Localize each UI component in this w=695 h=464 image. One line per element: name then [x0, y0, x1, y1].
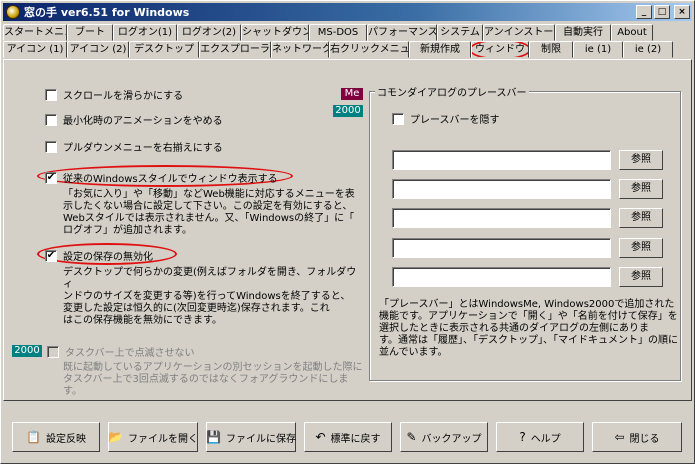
tab-logon-1[interactable]: ログオン(1) — [113, 24, 177, 41]
exit-icon: ⇦ — [614, 430, 625, 444]
browse-button-5[interactable]: 参照 — [619, 267, 663, 287]
places-path-field-2[interactable] — [392, 179, 611, 199]
classic-style-description: 「お気に入り」や「移動」などWeb機能に対応するメニューを表 示したくない場合に… — [63, 189, 355, 236]
tab-autorun[interactable]: 自動実行 — [555, 24, 611, 41]
help-button[interactable]: ? ヘルプ — [496, 422, 584, 452]
save-file-label: ファイルに保存 — [225, 433, 296, 445]
tab-new-file[interactable]: 新規作成 — [409, 41, 471, 58]
places-path-field-4[interactable] — [392, 238, 611, 258]
disable-save-description: デスクトップで何らかの変更(例えばフォルダを開き、フォルダウィ ンドウのサイズを… — [63, 267, 357, 326]
tab-icon-1[interactable]: アイコン (1) — [3, 41, 67, 58]
tab-row-1: スタートメニュー ブート ログオン(1) ログオン(2) シャットダウン MS-… — [3, 24, 653, 41]
places-bar-group-title: コモンダイアログのプレースバー — [375, 84, 529, 99]
tab-context-menu[interactable]: 右クリックメニュー — [329, 41, 409, 58]
floppy-disk-icon: 💾 — [206, 430, 221, 444]
tab-logon-2[interactable]: ログオン(2) — [177, 24, 241, 41]
classic-style-label: 従来のWindowsスタイルでウィンドウ表示する — [63, 174, 278, 185]
taskbar-flash-checkbox[interactable]: タスクバー上で点滅させない — [47, 344, 195, 359]
hide-places-bar-checkbox[interactable]: プレースバーを隠す — [392, 111, 500, 126]
tab-start-menu[interactable]: スタートメニュー — [3, 24, 67, 41]
windows-me-badge: Me — [341, 88, 363, 100]
places-path-field-3[interactable] — [392, 208, 611, 228]
backup-button[interactable]: ✎ バックアップ — [400, 422, 488, 452]
tab-ie-2[interactable]: ie (2) — [623, 41, 673, 58]
main-window: 窓の手 ver6.51 for Windows _ □ × スタートメニュー ブ… — [0, 0, 695, 464]
undo-icon: ↶ — [315, 430, 326, 444]
apply-settings-button[interactable]: 📋 設定反映 — [12, 422, 100, 452]
places-path-field-5[interactable] — [392, 267, 611, 287]
close-window-button[interactable]: × — [674, 5, 690, 19]
tab-ms-dos[interactable]: MS-DOS — [309, 24, 367, 41]
title-bar[interactable]: 窓の手 ver6.51 for Windows _ □ × — [3, 3, 692, 21]
places-bar-description: 「プレースバー」とはWindowsMe, Windows2000で追加された 機… — [379, 299, 678, 358]
checkbox-box: ✔ — [45, 249, 57, 262]
disable-save-checkbox[interactable]: ✔ 設定の保存の無効化 — [45, 248, 153, 263]
help-label: ヘルプ — [530, 433, 561, 445]
close-label: 閉じる — [629, 433, 660, 445]
app-icon — [6, 5, 20, 19]
checkbox-box: ✔ — [45, 171, 57, 184]
checkbox-box — [45, 140, 57, 153]
checkbox-box — [45, 88, 57, 101]
classic-style-checkbox[interactable]: ✔ 従来のWindowsスタイルでウィンドウ表示する — [45, 170, 278, 185]
help-icon: ? — [519, 430, 526, 444]
minimize-anim-checkbox[interactable]: 最小化時のアニメーションをやめる — [45, 112, 223, 127]
restore-default-label: 標準に戻す — [330, 433, 381, 445]
tab-system[interactable]: システム — [437, 24, 483, 41]
close-button[interactable]: ⇦ 閉じる — [592, 422, 682, 452]
windows2000-badge: 2000 — [333, 105, 363, 117]
checkbox-box — [47, 345, 59, 358]
hide-places-bar-label: プレースバーを隠す — [410, 115, 500, 126]
taskbar-flash-description: 既に起動しているアプリケーションの別セッションを起動した際に タスクバー上で3回… — [63, 362, 363, 397]
browse-button-1[interactable]: 参照 — [619, 150, 663, 170]
windows2000-badge: 2000 — [12, 345, 42, 357]
save-file-button[interactable]: 💾 ファイルに保存 — [206, 422, 296, 452]
checkbox-box — [45, 113, 57, 126]
tab-explorer[interactable]: エクスプローラ — [199, 41, 271, 58]
disable-save-label: 設定の保存の無効化 — [63, 252, 153, 263]
backup-label: バックアップ — [421, 433, 482, 445]
maximize-button[interactable]: □ — [654, 5, 670, 19]
folder-open-icon: 📂 — [108, 430, 123, 444]
tab-desktop[interactable]: デスクトップ — [129, 41, 199, 58]
tab-network[interactable]: ネットワーク — [271, 41, 329, 58]
right-align-menu-checkbox[interactable]: プルダウンメニューを右揃えにする — [45, 139, 223, 154]
tab-icon-2[interactable]: アイコン (2) — [67, 41, 129, 58]
right-align-menu-label: プルダウンメニューを右揃えにする — [63, 143, 223, 154]
tab-restrictions[interactable]: 制限 — [529, 41, 573, 58]
apply-icon: 📋 — [26, 430, 41, 444]
backup-icon: ✎ — [406, 430, 417, 444]
minimize-button[interactable]: _ — [636, 5, 652, 19]
minimize-anim-label: 最小化時のアニメーションをやめる — [63, 116, 223, 127]
tab-uninstall[interactable]: アンインストール — [483, 24, 555, 41]
tab-about[interactable]: About — [611, 24, 653, 41]
taskbar-flash-label: タスクバー上で点滅させない — [65, 348, 195, 359]
tab-row-2: アイコン (1) アイコン (2) デスクトップ エクスプローラ ネットワーク … — [3, 41, 673, 58]
open-file-button[interactable]: 📂 ファイルを開く — [108, 422, 198, 452]
tab-boot[interactable]: ブート — [67, 24, 113, 41]
tab-shutdown[interactable]: シャットダウン — [241, 24, 309, 41]
browse-button-4[interactable]: 参照 — [619, 238, 663, 258]
restore-default-button[interactable]: ↶ 標準に戻す — [304, 422, 392, 452]
browse-button-3[interactable]: 参照 — [619, 208, 663, 228]
open-file-label: ファイルを開く — [127, 433, 198, 445]
places-path-field-1[interactable] — [392, 150, 611, 170]
tab-ie-1[interactable]: ie (1) — [573, 41, 623, 58]
tab-performance[interactable]: パフォーマンス — [367, 24, 437, 41]
apply-settings-label: 設定反映 — [45, 433, 86, 445]
tab-window[interactable]: ウィンドウ — [471, 41, 529, 58]
window-title: 窓の手 ver6.51 for Windows — [24, 6, 190, 19]
smooth-scroll-label: スクロールを滑らかにする — [63, 91, 184, 102]
checkbox-box — [392, 112, 404, 125]
browse-button-2[interactable]: 参照 — [619, 179, 663, 199]
smooth-scroll-checkbox[interactable]: スクロールを滑らかにする — [45, 87, 183, 102]
